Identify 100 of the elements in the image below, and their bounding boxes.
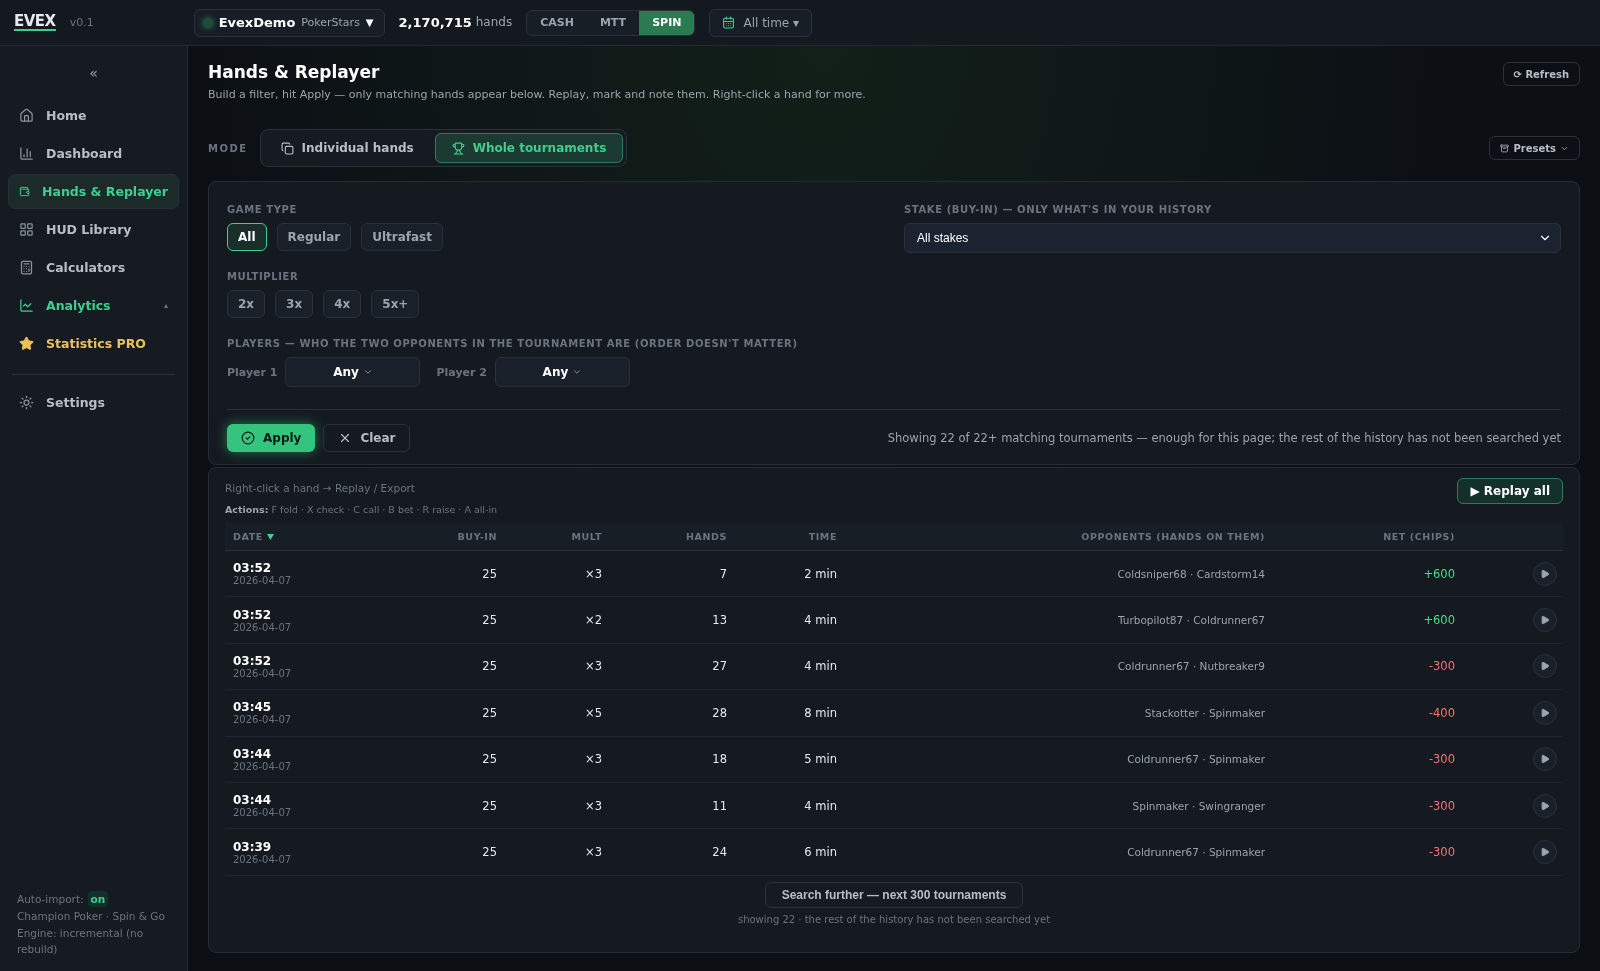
apply-button[interactable]: Apply <box>227 424 316 452</box>
game-mode-tab[interactable]: CASH <box>527 10 587 35</box>
play-button[interactable] <box>1533 747 1557 772</box>
table-cell-text: 13 <box>711 613 728 628</box>
wallet-icon <box>19 184 31 199</box>
filter-chip[interactable]: 3x <box>275 290 314 318</box>
star-icon <box>19 336 34 351</box>
filter-chip[interactable]: 2x <box>227 290 266 318</box>
play-button[interactable] <box>1533 608 1557 633</box>
table-cell-text: 27 <box>711 659 728 674</box>
player-select[interactable]: Any <box>494 357 630 387</box>
column-header[interactable]: NET (CHIPS) <box>1273 531 1463 542</box>
table-cell-text: 28 <box>711 705 728 720</box>
column-header[interactable]: TIME <box>735 531 845 542</box>
sidebar-item[interactable]: Analytics ▴ <box>8 288 179 323</box>
net-cell-text: -400 <box>1427 705 1456 720</box>
engine-label: Engine: incremental (no rebuild) <box>17 926 145 957</box>
refresh-button[interactable]: ⟳ Refresh <box>1502 62 1580 86</box>
table-cell-text: 6 min <box>803 845 838 860</box>
play-button[interactable] <box>1533 700 1557 725</box>
site-name: PokerStars <box>301 16 360 29</box>
grid-icon <box>19 222 34 237</box>
column-header[interactable]: MULT <box>505 531 610 542</box>
column-header[interactable]: DATE <box>225 531 405 542</box>
player-label: Player 1 <box>227 365 278 379</box>
table-cell-text: Coldrunner67 · Nutbreaker9 <box>1116 660 1266 673</box>
actions-legend: Actions: F fold · X check · C call · B bet · R raise · A all-in <box>225 504 498 515</box>
section-label: PLAYERS — WHO THE TWO OPPONENTS IN THE TOURNAMENT ARE (ORDER DOESN'T MATTER) <box>227 338 799 349</box>
sidebar-item[interactable]: HUD Library <box>8 212 179 247</box>
table-cell-text: 2 min <box>803 566 838 581</box>
time-text: 03:52 <box>233 561 273 576</box>
game-mode-tab[interactable]: MTT <box>586 10 640 35</box>
page-title: Hands & Replayer <box>208 62 381 82</box>
filter-chip[interactable]: 4x <box>323 290 362 318</box>
table-cell-text: 4 min <box>803 659 838 674</box>
stake-select[interactable]: All stakes <box>904 223 1561 253</box>
home-icon <box>19 108 34 123</box>
play-button[interactable] <box>1533 793 1557 818</box>
game-mode-tab[interactable]: SPIN <box>639 10 695 35</box>
clear-button[interactable]: Clear <box>323 424 411 452</box>
presets-button[interactable]: Presets <box>1489 136 1580 160</box>
table-cell-text: 4 min <box>803 798 838 813</box>
play-button[interactable] <box>1533 561 1557 586</box>
filter-chip[interactable]: All <box>227 223 267 251</box>
play-button[interactable] <box>1533 654 1557 679</box>
table-cell-text: 11 <box>711 798 728 813</box>
table-cell-text: 25 <box>481 566 498 581</box>
column-header[interactable]: BUY-IN <box>405 531 505 542</box>
net-cell-text: +600 <box>1422 566 1456 581</box>
column-header[interactable]: HANDS <box>610 531 735 542</box>
sidebar-item[interactable]: Settings <box>8 385 179 420</box>
date-text: 2026-04-07 <box>233 621 293 633</box>
table-cell-text: ×3 <box>584 659 603 674</box>
sidebar-item[interactable]: Statistics PRO <box>8 326 179 361</box>
filter-chip[interactable]: Regular <box>276 223 352 251</box>
table-cell-text: 25 <box>481 613 498 628</box>
mode-tab[interactable]: Whole tournaments <box>434 133 624 163</box>
mode-label: MODE <box>208 142 248 154</box>
table-cell-text: 24 <box>711 845 728 860</box>
table-cell-text: 25 <box>481 845 498 860</box>
play-icon <box>1540 847 1550 858</box>
table-cell-text: ×2 <box>584 613 603 628</box>
account-selector[interactable]: EvexDemo PokerStars ▼ <box>193 8 385 37</box>
play-icon <box>1540 615 1550 626</box>
search-further-button[interactable]: Search further — next 300 tournaments <box>764 881 1024 908</box>
sidebar-item[interactable]: Home <box>8 98 179 133</box>
date-text: 2026-04-07 <box>233 760 293 772</box>
net-cell-text: -300 <box>1427 845 1456 860</box>
hands-label: hands <box>475 15 513 30</box>
table-cell-text: 25 <box>481 705 498 720</box>
mode-tab[interactable]: Individual hands <box>263 133 431 163</box>
play-icon <box>1540 707 1550 718</box>
player-select[interactable]: Any <box>285 357 421 387</box>
date-text: 2026-04-07 <box>233 853 293 865</box>
collapse-button[interactable]: « <box>83 64 104 82</box>
source-label: Champion Poker · Spin & Go <box>17 909 166 924</box>
hands-count: 2,170,715 <box>398 15 472 30</box>
net-cell-text: +600 <box>1422 613 1456 628</box>
sidebar-item[interactable]: Hands & Replayer <box>8 174 179 209</box>
filter-chip[interactable]: 5x+ <box>371 290 420 318</box>
play-icon <box>1540 800 1550 811</box>
table-cell-text: Turbopilot87 · Coldrunner67 <box>1116 614 1266 627</box>
column-header[interactable]: OPPONENTS (HANDS ON THEM) <box>845 531 1273 542</box>
date-text: 2026-04-07 <box>233 807 293 819</box>
table-cell-text: Stackotter · Spinmaker <box>1143 706 1266 719</box>
table-cell-text: 5 min <box>803 752 838 767</box>
replay-all-button[interactable]: ▶ Replay all <box>1457 478 1563 504</box>
period-selector[interactable]: All time ▾ <box>709 8 813 37</box>
play-icon <box>1540 661 1550 672</box>
filter-chip[interactable]: Ultrafast <box>361 223 443 251</box>
date-text: 2026-04-07 <box>233 667 293 679</box>
sidebar-item[interactable]: Dashboard <box>8 136 179 171</box>
section-label: GAME TYPE <box>227 204 298 215</box>
net-cell-text: -300 <box>1427 659 1456 674</box>
table-cell-text: 18 <box>711 752 728 767</box>
sidebar-item[interactable]: Calculators <box>8 250 179 285</box>
play-button[interactable] <box>1533 840 1557 865</box>
time-text: 03:44 <box>233 746 273 761</box>
table-cell-text: ×3 <box>584 845 603 860</box>
calculator-icon <box>19 260 34 275</box>
